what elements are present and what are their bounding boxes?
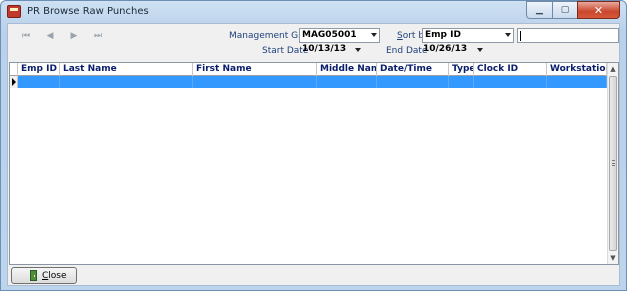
start-date-value: 10/13/13 <box>302 44 347 54</box>
text-caret <box>520 31 521 41</box>
next-record-button[interactable]: ▶ <box>62 30 86 42</box>
start-date-picker[interactable]: 10/13/13 <box>301 43 364 58</box>
table-row[interactable] <box>10 76 607 88</box>
chevron-down-icon <box>477 48 483 52</box>
scroll-up-icon[interactable]: ▲ <box>608 63 618 75</box>
table-cell[interactable] <box>547 76 607 88</box>
end-date-picker[interactable]: 10/26/13 <box>422 43 486 58</box>
column-header-middle-name[interactable]: Middle Name <box>317 63 377 76</box>
column-header-date-time[interactable]: Date/Time <box>377 63 449 76</box>
minimize-button[interactable]: ▁ <box>526 1 552 19</box>
first-record-button[interactable]: ⏮ <box>14 30 38 42</box>
column-header-workstation[interactable]: Workstation <box>547 63 607 76</box>
client-area: ⏮ ◀ ▶ ⏭ Management Group MAG05001 Sort b… <box>7 23 620 286</box>
title-bar[interactable]: PR Browse Raw Punches ▁ ▢ ✕ <box>1 1 626 22</box>
record-navigation: ⏮ ◀ ▶ ⏭ <box>14 30 110 42</box>
table-cell[interactable] <box>377 76 449 88</box>
maximize-button[interactable]: ▢ <box>552 1 577 19</box>
row-selector-header <box>10 63 18 76</box>
management-group-value: MAG05001 <box>302 30 357 40</box>
column-header-last-name[interactable]: Last Name <box>60 63 193 76</box>
app-icon <box>7 5 21 18</box>
grip-icon <box>612 160 615 166</box>
close-button-label: Close <box>42 270 67 281</box>
column-header-type[interactable]: Type <box>449 63 474 76</box>
management-group-select[interactable]: MAG05001 <box>299 28 380 43</box>
table-cell[interactable] <box>193 76 317 88</box>
end-date-value: 10/26/13 <box>423 44 468 54</box>
table-cell[interactable] <box>60 76 193 88</box>
vertical-scrollbar[interactable]: ▲ ▼ <box>607 63 618 264</box>
sort-by-value: Emp ID <box>425 30 461 40</box>
window-title: PR Browse Raw Punches <box>27 6 149 17</box>
close-window-button[interactable]: ✕ <box>577 1 620 19</box>
current-row-indicator-icon <box>10 76 18 88</box>
sort-by-select[interactable]: Emp ID <box>422 28 514 43</box>
table-cell[interactable] <box>474 76 547 88</box>
door-exit-icon <box>30 270 37 281</box>
column-header-first-name[interactable]: First Name <box>193 63 317 76</box>
chevron-down-icon <box>371 33 377 37</box>
close-button[interactable]: Close <box>11 267 77 284</box>
search-input[interactable] <box>517 28 619 43</box>
column-header-clock-id[interactable]: Clock ID <box>474 63 547 76</box>
punches-grid[interactable]: Emp ID Last Name First Name Middle Name … <box>9 62 619 265</box>
previous-record-button[interactable]: ◀ <box>38 30 62 42</box>
grid-header: Emp ID Last Name First Name Middle Name … <box>10 63 607 76</box>
browse-raw-punches-window: PR Browse Raw Punches ▁ ▢ ✕ ⏮ ◀ ▶ ⏭ Mana… <box>0 0 627 291</box>
window-controls: ▁ ▢ ✕ <box>526 1 620 19</box>
last-record-button[interactable]: ⏭ <box>86 30 110 42</box>
table-cell[interactable] <box>449 76 474 88</box>
scroll-thumb[interactable] <box>609 76 617 251</box>
scroll-down-icon[interactable]: ▼ <box>608 252 618 264</box>
column-header-emp-id[interactable]: Emp ID <box>18 63 60 76</box>
chevron-down-icon <box>355 48 361 52</box>
chevron-down-icon <box>505 33 511 37</box>
table-cell[interactable] <box>18 76 60 88</box>
table-cell[interactable] <box>317 76 377 88</box>
